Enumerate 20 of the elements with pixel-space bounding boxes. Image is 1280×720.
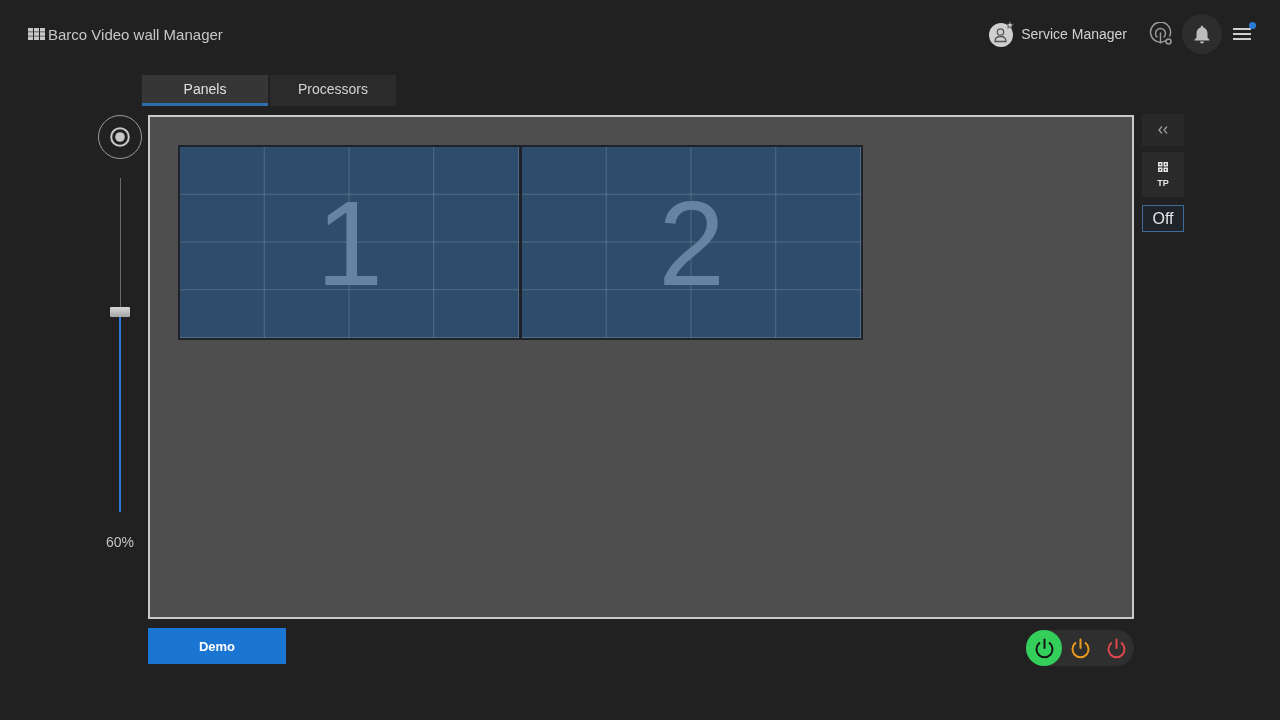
tab[interactable]: Panels [142, 75, 268, 106]
target-icon [110, 127, 130, 147]
grid-icon [28, 28, 45, 40]
broadcast-icon[interactable] [1149, 22, 1173, 46]
slider-handle[interactable] [110, 306, 130, 317]
zoom-value: 60% [106, 534, 134, 550]
user-menu[interactable]: Service Manager [989, 21, 1127, 47]
demo-button[interactable]: Demo [148, 628, 286, 664]
grid-icon [1158, 161, 1168, 172]
menu-icon [1233, 27, 1251, 41]
app-title: Barco Video wall Manager [48, 25, 223, 43]
chevrons-left-icon [1158, 126, 1168, 134]
power-button[interactable] [1026, 630, 1062, 666]
avatar-icon [989, 21, 1016, 47]
power-icon [1033, 637, 1055, 659]
toggle-button[interactable]: Off [1142, 205, 1184, 232]
tp-button[interactable]: TP [1142, 152, 1184, 197]
notifications-button[interactable] [1182, 14, 1222, 54]
tab[interactable]: Processors [270, 75, 396, 106]
bell-icon [1194, 24, 1210, 44]
